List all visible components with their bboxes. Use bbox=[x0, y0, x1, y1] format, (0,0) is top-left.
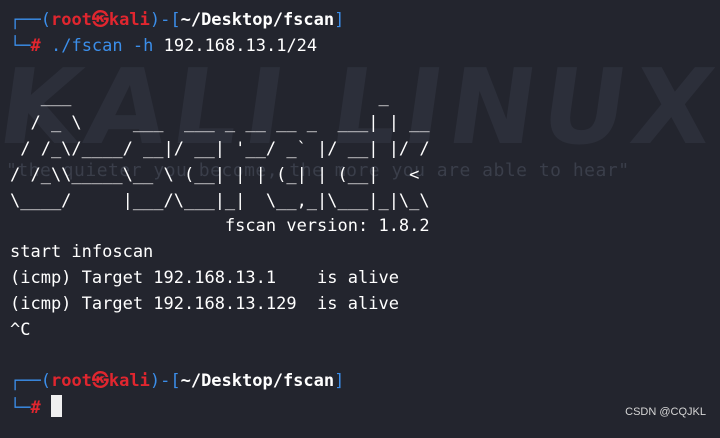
csdn-watermark: CSDN @CQJKL bbox=[625, 406, 706, 419]
prompt-user: root bbox=[50, 371, 92, 392]
command-name: ./fscan bbox=[50, 35, 123, 56]
prompt-close-bracket: ] bbox=[334, 10, 345, 30]
prompt-user: root bbox=[50, 10, 92, 30]
prompt-path: ~/Desktop/fscan bbox=[180, 371, 335, 392]
input-line[interactable]: └─# bbox=[10, 394, 720, 421]
prompt-open-paren: ( bbox=[40, 10, 51, 30]
prompt-path: ~/Desktop/fscan bbox=[180, 10, 335, 30]
text-cursor[interactable] bbox=[50, 394, 62, 417]
prompt-at-symbol: ㉿ bbox=[91, 10, 109, 30]
ascii-art-line: \____/ |___/\___|_| \__,_|\___|_|\_\ bbox=[10, 190, 461, 211]
prompt-corner-top: ┌── bbox=[10, 371, 41, 392]
prompt-host: kali bbox=[108, 371, 150, 392]
prompt-open-paren: ( bbox=[40, 371, 51, 392]
prompt-corner-bottom: └─ bbox=[10, 35, 31, 56]
ascii-art-line: ___ _ bbox=[10, 87, 430, 108]
output-line: (icmp) Target 192.168.13.129 is alive bbox=[10, 293, 399, 314]
prompt-corner-top: ┌── bbox=[10, 10, 41, 30]
prompt-line-top: ┌──(root㉿kali)-[~/Desktop/fscan] bbox=[10, 369, 720, 395]
ascii-art-line: / _ \ ___ ___ _ __ __ _ ___| | __ bbox=[10, 113, 440, 134]
prompt-close-bracket: ] bbox=[334, 371, 345, 392]
version-line: fscan version: 1.8.2 bbox=[10, 216, 430, 237]
prompt-line-top: ┌──(root㉿kali)-[~/Desktop/fscan] bbox=[10, 8, 720, 34]
prompt-separator: )-[ bbox=[149, 371, 181, 392]
command-flag: -h bbox=[132, 35, 154, 56]
output-line: start infoscan bbox=[10, 242, 154, 263]
prompt-host: kali bbox=[108, 10, 150, 30]
terminal-content: ┌──(root㉿kali)-[~/Desktop/fscan] └─# ./f… bbox=[10, 8, 720, 421]
output-line: (icmp) Target 192.168.13.1 is alive bbox=[10, 267, 399, 288]
output-line: ^C bbox=[10, 319, 31, 340]
command-args: 192.168.13.1/24 bbox=[163, 35, 318, 56]
terminal-window[interactable]: KALI LINUX "the quieter you become, the … bbox=[0, 0, 720, 438]
prompt-separator: )-[ bbox=[149, 10, 181, 30]
ascii-art-line: / /_\\_____\__ \ (__| | | (_| | (__| < bbox=[10, 164, 461, 185]
prompt-hash: # bbox=[30, 35, 41, 56]
ascii-art-line: / /_\/____/ __|/ __| '__/ _` |/ __| |/ / bbox=[10, 138, 430, 159]
prompt-at-symbol: ㉿ bbox=[91, 371, 109, 392]
prompt-hash: # bbox=[30, 397, 41, 418]
command-line: └─# ./fscan -h 192.168.13.1/24 bbox=[10, 34, 720, 60]
prompt-corner-bottom: └─ bbox=[10, 397, 31, 418]
